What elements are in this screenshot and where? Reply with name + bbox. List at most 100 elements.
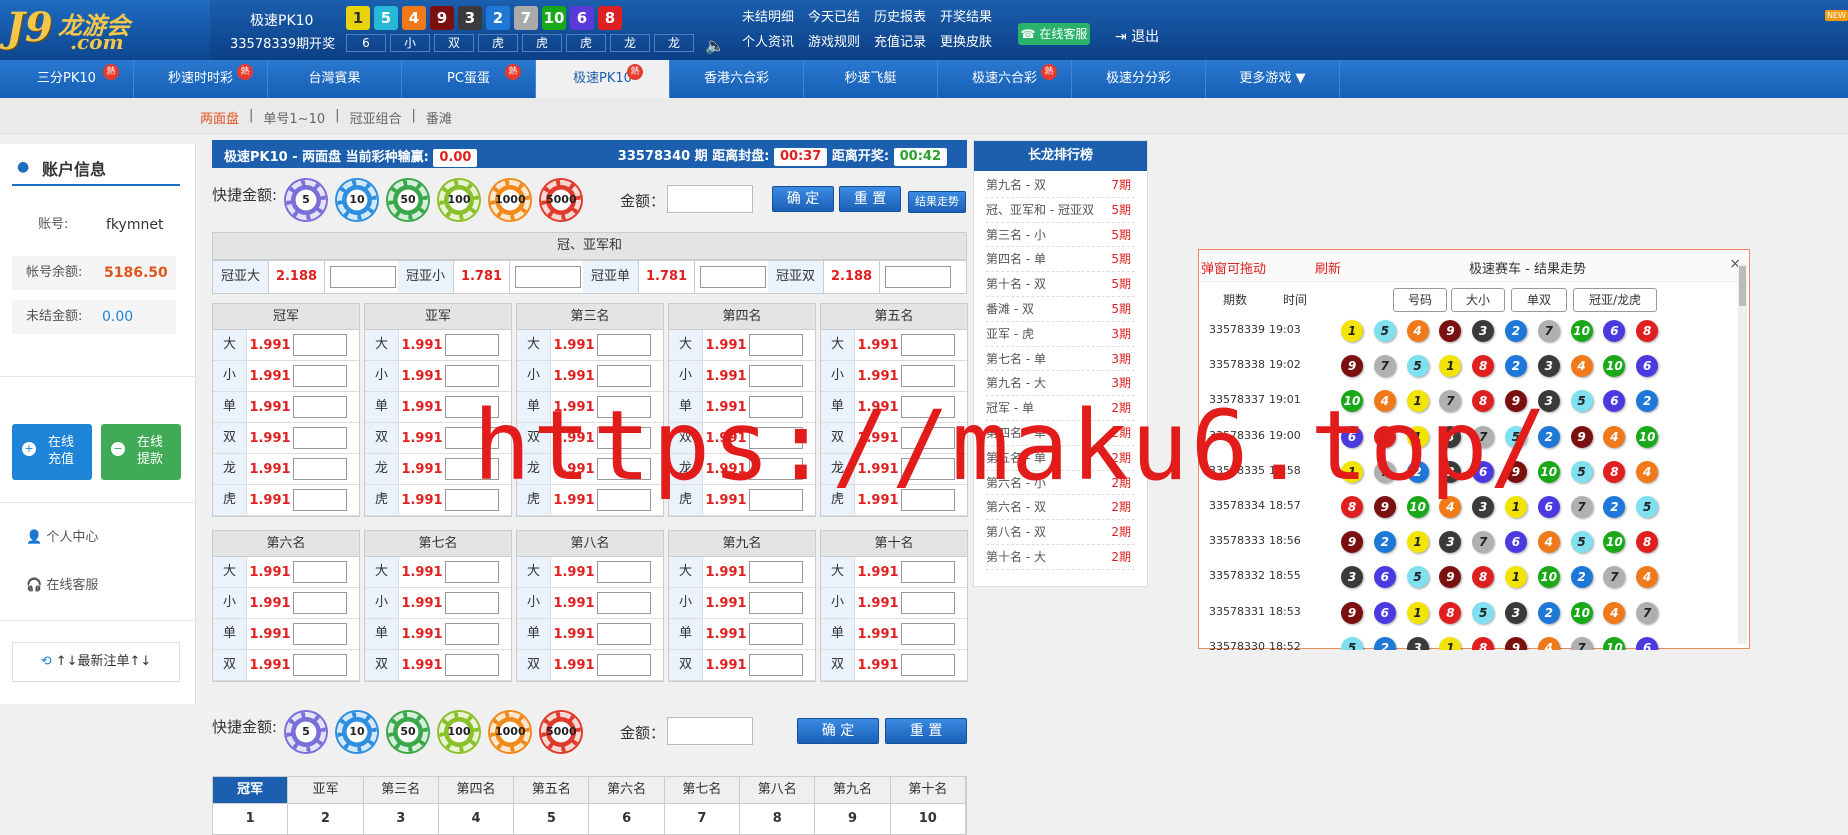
bet-amount-input[interactable]: [293, 365, 347, 387]
chip-100[interactable]: 100: [439, 712, 479, 752]
chip-10[interactable]: 10: [337, 712, 377, 752]
confirm-button[interactable]: 确 定: [797, 718, 879, 744]
bet-amount-input[interactable]: [749, 561, 803, 583]
bet-amount-input[interactable]: [597, 592, 651, 614]
position-tab[interactable]: 亚军: [288, 777, 364, 803]
top-link[interactable]: 充值记录: [874, 31, 926, 50]
bet-amount-input[interactable]: [293, 489, 347, 511]
trend-button[interactable]: 结果走势: [908, 191, 966, 213]
chip-10[interactable]: 10: [337, 180, 377, 220]
bet-amount-input[interactable]: [885, 266, 951, 288]
popup-titlebar[interactable]: 弹窗可拖动 刷新 极速赛车 - 结果走势 ×: [1199, 250, 1749, 282]
scrollbar[interactable]: [1738, 264, 1747, 644]
withdraw-button[interactable]: − 在线提款: [101, 424, 181, 480]
bet-amount-input[interactable]: [445, 623, 499, 645]
chip-1000[interactable]: 1000: [490, 712, 530, 752]
volume-icon[interactable]: 🔈: [705, 36, 725, 55]
amount-input[interactable]: [667, 717, 753, 745]
scrollbar-thumb[interactable]: [1739, 266, 1746, 306]
number-cell[interactable]: 3: [364, 804, 439, 834]
bet-amount-input[interactable]: [293, 561, 347, 583]
top-link[interactable]: 今天已结: [808, 6, 860, 25]
bet-amount-input[interactable]: [901, 365, 955, 387]
position-tab[interactable]: 第八名: [740, 777, 816, 803]
bet-amount-input[interactable]: [597, 654, 651, 676]
popup-tab[interactable]: 单双: [1511, 288, 1567, 312]
bet-amount-input[interactable]: [597, 334, 651, 356]
bet-amount-input[interactable]: [901, 623, 955, 645]
bet-amount-input[interactable]: [293, 458, 347, 480]
subnav-item[interactable]: 单号1~10: [263, 108, 325, 127]
nav-item[interactable]: 香港六合彩: [670, 60, 804, 98]
bet-amount-input[interactable]: [597, 623, 651, 645]
bet-amount-input[interactable]: [901, 592, 955, 614]
bet-amount-input[interactable]: [293, 623, 347, 645]
top-link[interactable]: 历史报表: [874, 6, 926, 25]
bet-amount-input[interactable]: [901, 561, 955, 583]
popup-tab[interactable]: 大小: [1451, 288, 1505, 312]
number-cell[interactable]: 2: [288, 804, 364, 834]
bet-amount-input[interactable]: [293, 654, 347, 676]
number-cell[interactable]: 10: [891, 804, 966, 834]
bet-amount-input[interactable]: [901, 334, 955, 356]
chip-5000[interactable]: 5000: [541, 712, 581, 752]
chip-5[interactable]: 5: [286, 180, 326, 220]
nav-item[interactable]: 极速六合彩熱: [938, 60, 1072, 98]
bet-amount-input[interactable]: [445, 561, 499, 583]
top-link[interactable]: 游戏规则: [808, 31, 860, 50]
number-cell[interactable]: 6: [589, 804, 665, 834]
nav-item[interactable]: 极速PK10 熱: [536, 60, 670, 98]
subnav-item[interactable]: 冠亚组合: [350, 108, 402, 127]
position-tab[interactable]: 第七名: [665, 777, 741, 803]
bet-amount-input[interactable]: [330, 266, 396, 288]
amount-input[interactable]: [667, 185, 753, 213]
position-tab[interactable]: 第六名: [589, 777, 665, 803]
bet-amount-input[interactable]: [293, 427, 347, 449]
position-tab[interactable]: 第四名: [439, 777, 515, 803]
bet-amount-input[interactable]: [749, 623, 803, 645]
reset-button[interactable]: 重 置: [839, 186, 901, 212]
top-link[interactable]: 未结明细: [742, 6, 794, 25]
logout-button[interactable]: ⇥ 退出: [1115, 26, 1159, 46]
nav-item[interactable]: 台灣賓果: [268, 60, 402, 98]
position-tab[interactable]: 第三名: [364, 777, 439, 803]
subnav-item[interactable]: 番滩: [426, 108, 452, 127]
logo[interactable]: J9 龙游会 .com: [0, 0, 210, 60]
position-tab[interactable]: 第五名: [514, 777, 590, 803]
number-cell[interactable]: 4: [439, 804, 515, 834]
refresh-link[interactable]: 刷新: [1315, 258, 1341, 277]
personal-center-link[interactable]: 👤 个人中心: [26, 526, 98, 545]
recharge-button[interactable]: + 在线充值: [12, 424, 92, 480]
nav-item[interactable]: 更多游戏 ▼: [1206, 60, 1340, 98]
nav-item[interactable]: 秒速时时彩熱: [134, 60, 268, 98]
popup-tab[interactable]: 冠亚/龙虎: [1573, 288, 1657, 312]
online-service-button[interactable]: ☎ 在线客服: [1018, 23, 1090, 45]
chip-100[interactable]: 100: [439, 180, 479, 220]
latest-bets-button[interactable]: ⟲ ↑↓最新注单↑↓: [12, 642, 180, 682]
subnav-item[interactable]: 两面盘: [200, 108, 239, 127]
bet-amount-input[interactable]: [445, 365, 499, 387]
bet-amount-input[interactable]: [445, 654, 499, 676]
position-tab[interactable]: 第十名: [891, 777, 966, 803]
bet-amount-input[interactable]: [445, 592, 499, 614]
chip-1000[interactable]: 1000: [490, 180, 530, 220]
chip-50[interactable]: 50: [388, 180, 428, 220]
top-link[interactable]: 开奖结果: [940, 6, 992, 25]
support-link[interactable]: 🎧 在线客服: [26, 574, 98, 593]
bet-amount-input[interactable]: [597, 365, 651, 387]
top-link[interactable]: 个人资讯: [742, 31, 794, 50]
reset-button[interactable]: 重 置: [885, 718, 967, 744]
popup-tab[interactable]: 号码: [1393, 288, 1447, 312]
bet-amount-input[interactable]: [700, 266, 766, 288]
top-link[interactable]: 更换皮肤: [940, 31, 992, 50]
number-cell[interactable]: 8: [740, 804, 816, 834]
nav-item[interactable]: PC蛋蛋熱: [402, 60, 536, 98]
bet-amount-input[interactable]: [293, 334, 347, 356]
confirm-button[interactable]: 确 定: [772, 186, 834, 212]
bet-amount-input[interactable]: [293, 592, 347, 614]
chip-5[interactable]: 5: [286, 712, 326, 752]
number-cell[interactable]: 9: [815, 804, 891, 834]
bet-amount-input[interactable]: [515, 266, 581, 288]
bet-amount-input[interactable]: [445, 334, 499, 356]
nav-item[interactable]: 秒速飞艇: [804, 60, 938, 98]
